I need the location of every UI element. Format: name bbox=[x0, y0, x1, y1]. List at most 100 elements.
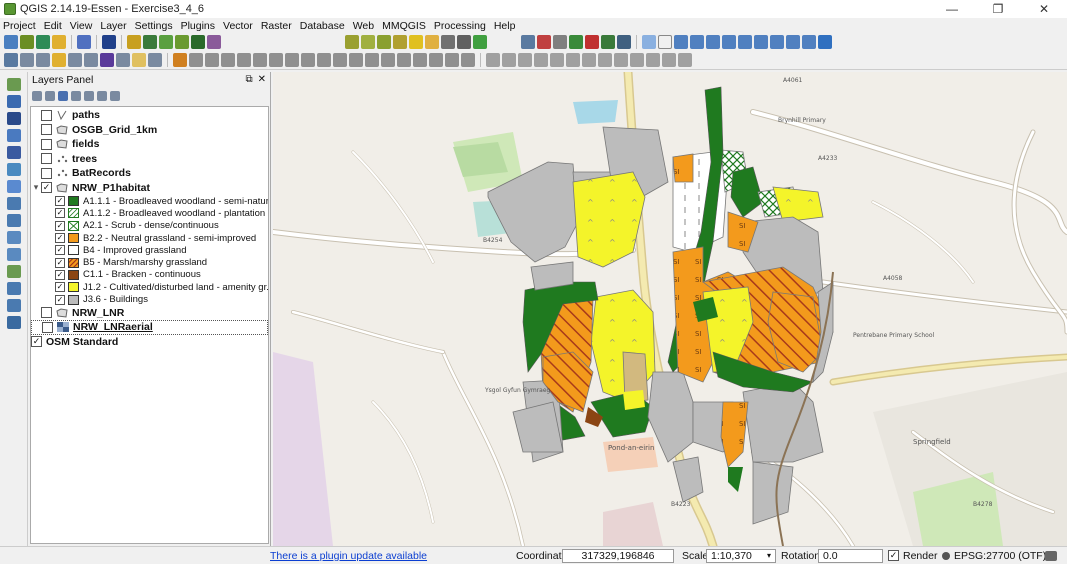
zoom-next-icon[interactable] bbox=[802, 35, 816, 49]
coordinate-field[interactable]: 317329,196846 bbox=[562, 548, 674, 563]
crs-icon[interactable] bbox=[942, 552, 950, 560]
select-feature-icon[interactable] bbox=[521, 35, 535, 49]
amenity-grassland-polygon[interactable] bbox=[623, 390, 645, 410]
globe-tool-icon[interactable] bbox=[441, 35, 455, 49]
python-console-icon[interactable] bbox=[4, 35, 18, 49]
legend-item-j36[interactable]: ✓ J3.6 - Buildings bbox=[31, 293, 268, 305]
legend-item-b5[interactable]: ✓ B5 - Marsh/marshy grassland bbox=[31, 256, 268, 268]
expand-all-icon[interactable] bbox=[84, 90, 94, 101]
remove-layer-icon[interactable] bbox=[110, 90, 120, 101]
legend-checkbox[interactable]: ✓ bbox=[55, 208, 65, 219]
legend-item-j12[interactable]: ✓ J1.2 - Cultivated/disturbed land - ame… bbox=[31, 281, 268, 293]
layer-trees[interactable]: trees bbox=[31, 152, 268, 167]
edit-tool-7-icon[interactable] bbox=[317, 53, 331, 67]
legend-item-a112[interactable]: ✓ A1.1.2 - Broadleaved woodland - planta… bbox=[31, 207, 268, 219]
adv-edit-2-icon[interactable] bbox=[502, 53, 516, 67]
pan-selection-icon[interactable] bbox=[674, 35, 688, 49]
neutral-grassland-polygon[interactable] bbox=[672, 153, 694, 183]
layer-fields[interactable]: fields bbox=[31, 137, 268, 152]
edit-tool-16-icon[interactable] bbox=[461, 53, 475, 67]
edit-tool-9-icon[interactable] bbox=[349, 53, 363, 67]
sum-icon[interactable] bbox=[100, 53, 114, 67]
map-canvas[interactable]: ^ SI bbox=[273, 72, 1067, 546]
menu-project[interactable]: Project bbox=[3, 20, 36, 32]
add-vector-icon[interactable] bbox=[6, 78, 21, 91]
menu-web[interactable]: Web bbox=[353, 20, 374, 32]
add-spatialite-icon[interactable] bbox=[6, 129, 21, 142]
layer-checkbox[interactable]: ✓ bbox=[41, 182, 52, 194]
edit-tool-13-icon[interactable] bbox=[413, 53, 427, 67]
snap-tool-icon[interactable] bbox=[617, 35, 631, 49]
chart-tool-2-icon[interactable] bbox=[361, 35, 375, 49]
edit-tool-12-icon[interactable] bbox=[397, 53, 411, 67]
edit-tool-8-icon[interactable] bbox=[333, 53, 347, 67]
edit-tool-4-icon[interactable] bbox=[269, 53, 283, 67]
open-table-icon[interactable] bbox=[52, 53, 66, 67]
layer-checkbox[interactable] bbox=[41, 153, 52, 165]
adv-edit-1-icon[interactable] bbox=[486, 53, 500, 67]
adv-edit-5-icon[interactable] bbox=[550, 53, 564, 67]
menu-vector[interactable]: Vector bbox=[223, 20, 253, 32]
edit-tool-1-icon[interactable] bbox=[221, 53, 235, 67]
rotation-field[interactable]: 0.0 bbox=[818, 548, 883, 563]
layer-batrecords[interactable]: BatRecords bbox=[31, 166, 268, 181]
scale-combobox[interactable]: 1:10,370 ▾ bbox=[706, 548, 776, 563]
adv-edit-3-icon[interactable] bbox=[518, 53, 532, 67]
nn-plugin-icon[interactable] bbox=[585, 35, 599, 49]
layer-nrw-lnr[interactable]: NRW_LNR bbox=[31, 306, 268, 321]
hand-icon[interactable] bbox=[658, 35, 672, 49]
legend-item-b22[interactable]: ✓ B2.2 - Neutral grassland - semi-improv… bbox=[31, 232, 268, 244]
adv-edit-4-icon[interactable] bbox=[534, 53, 548, 67]
zoom-out-icon[interactable] bbox=[706, 35, 720, 49]
layer-checkbox[interactable] bbox=[42, 321, 53, 333]
legend-checkbox[interactable]: ✓ bbox=[55, 245, 65, 256]
layer-checkbox[interactable] bbox=[41, 109, 52, 121]
layer-nrw-lnraerial[interactable]: NRW_LNRaerial bbox=[31, 320, 268, 335]
add-delimited-icon[interactable] bbox=[6, 231, 21, 244]
calculator-icon[interactable] bbox=[84, 53, 98, 67]
digitize-tool-icon[interactable] bbox=[20, 35, 34, 49]
chart-tool-4-icon[interactable] bbox=[393, 35, 407, 49]
add-postgis-icon[interactable] bbox=[6, 112, 21, 125]
layer-checkbox[interactable] bbox=[41, 167, 52, 179]
chart-tool-icon[interactable] bbox=[345, 35, 359, 49]
adv-edit-9-icon[interactable] bbox=[614, 53, 628, 67]
zoom-in-icon[interactable] bbox=[690, 35, 704, 49]
plugin-update-link[interactable]: There is a plugin update available bbox=[270, 550, 427, 562]
star-tool-icon[interactable] bbox=[409, 35, 423, 49]
close-button[interactable]: ✕ bbox=[1021, 0, 1067, 18]
adv-edit-11-icon[interactable] bbox=[646, 53, 660, 67]
layer-checkbox[interactable] bbox=[41, 124, 52, 136]
legend-checkbox[interactable]: ✓ bbox=[55, 220, 65, 231]
zoom-layer-icon[interactable] bbox=[770, 35, 784, 49]
zoom-full-icon[interactable] bbox=[738, 35, 752, 49]
select-icon[interactable] bbox=[36, 53, 50, 67]
menu-layer[interactable]: Layer bbox=[100, 20, 126, 32]
menu-database[interactable]: Database bbox=[300, 20, 345, 32]
menu-help[interactable]: Help bbox=[494, 20, 516, 32]
zoom-native-icon[interactable] bbox=[722, 35, 736, 49]
add-wfs-icon[interactable] bbox=[6, 214, 21, 227]
smiley-plugin-icon[interactable] bbox=[52, 35, 66, 49]
globe-tool-2-icon[interactable] bbox=[457, 35, 471, 49]
query-icon[interactable] bbox=[77, 35, 91, 49]
legend-checkbox[interactable]: ✓ bbox=[55, 233, 65, 244]
layer-osm-standard[interactable]: ✓ OSM Standard bbox=[31, 335, 268, 350]
pin-plugin-icon[interactable] bbox=[207, 35, 221, 49]
chart-tool-3-icon[interactable] bbox=[377, 35, 391, 49]
visibility-icon[interactable] bbox=[45, 90, 55, 101]
pencil-tool-icon[interactable] bbox=[175, 35, 189, 49]
grid-icon[interactable] bbox=[127, 35, 141, 49]
float-panel-icon[interactable]: ⧉ bbox=[245, 74, 252, 85]
render-checkbox[interactable]: ✓ bbox=[888, 550, 899, 561]
m-plugin-icon[interactable] bbox=[191, 35, 205, 49]
node-tool-icon[interactable] bbox=[36, 35, 50, 49]
delete-tool-icon[interactable] bbox=[537, 35, 551, 49]
edit-tool-14-icon[interactable] bbox=[429, 53, 443, 67]
layer-checkbox[interactable] bbox=[41, 138, 52, 150]
layer-checkbox[interactable] bbox=[41, 307, 52, 319]
layer-paths[interactable]: paths bbox=[31, 108, 268, 123]
bug-tool-icon[interactable] bbox=[473, 35, 487, 49]
layer-nrw-p1habitat[interactable]: ▾ ✓ NRW_P1habitat bbox=[31, 181, 268, 196]
pan-map-icon[interactable] bbox=[642, 35, 656, 49]
